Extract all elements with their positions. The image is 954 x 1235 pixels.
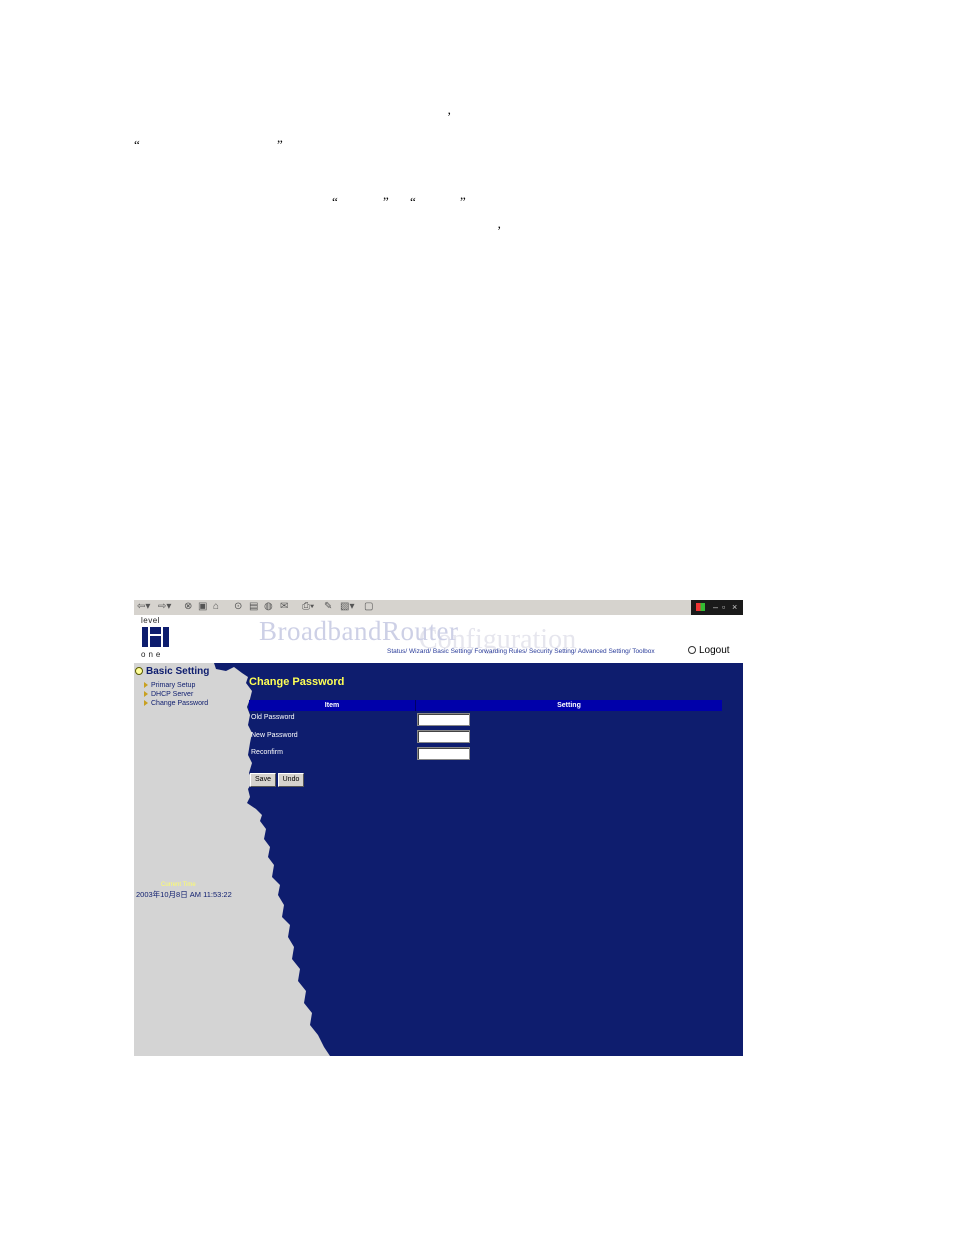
new-password-label: New Password [251,732,298,739]
edit-icon[interactable]: ✎ [324,602,332,612]
old-password-input[interactable] [417,713,470,726]
sidebar-title[interactable]: Basic Setting [135,666,209,678]
windows-flag-icon [696,603,705,611]
doc-quote-close: ” [277,137,283,152]
restore-icon[interactable]: ▫ [722,601,725,613]
doc-quote-open: “ [332,194,338,209]
window-controls: – ▫ × [691,600,743,615]
stop-icon[interactable]: ⊗ [184,602,192,612]
old-password-label: Old Password [251,714,295,721]
reconfirm-label: Reconfirm [251,749,283,756]
logout-label: Logout [699,645,730,656]
undo-button[interactable]: Undo [278,773,304,787]
new-password-input[interactable] [417,730,470,743]
circle-icon [688,646,696,655]
mail-icon[interactable]: ✉ [280,602,288,612]
sidebar-item-label: Change Password [151,700,209,707]
sidebar-item-primary-setup[interactable]: Primary Setup [144,681,195,690]
browser-toolbar: ⇦▾ ⇨▾ ⊗ ▣ ⌂ ⊙ ▤ ◍ ✉ ⎙▾ ✎ ▧▾ ▢ – ▫ × [134,600,743,616]
doc-quote-close: ” [383,194,389,209]
current-time-value: 2003年10月8日 AM 11:53:22 [136,890,232,899]
doc-quote-close: ” [460,194,466,209]
close-icon[interactable]: × [732,601,737,613]
doc-comma: ’ [447,109,452,124]
search-icon[interactable]: ⊙ [234,602,242,612]
circle-icon [135,667,143,676]
sidebar-title-label: Basic Setting [146,666,210,677]
levelone-logo: level one [141,617,171,661]
refresh-icon[interactable]: ▣ [198,602,207,612]
home-icon[interactable]: ⌂ [213,602,219,612]
column-header-item: Item [324,702,340,709]
sidebar: Basic Setting Primary Setup DHCP Server … [134,663,244,1056]
router-header: level one Configuration BroadbandRouter … [134,615,743,663]
doc-quote-open: “ [410,194,416,209]
table-header: Item Setting [249,700,722,711]
sidebar-item-dhcp-server[interactable]: DHCP Server [144,690,193,699]
sidebar-item-change-password[interactable]: Change Password [144,699,208,708]
main-area: Basic Setting Primary Setup DHCP Server … [134,663,743,1056]
doc-comma: ’ [497,223,502,238]
arrow-right-icon [144,700,148,707]
sidebar-item-label: DHCP Server [151,691,194,698]
arrow-right-icon [144,682,148,689]
logo-text-bottom: one [141,650,164,659]
logo-text-top: level [141,616,160,625]
arrow-right-icon [144,691,148,698]
favorites-icon[interactable]: ▤ [249,602,258,612]
sidebar-item-label: Primary Setup [151,682,196,689]
page-title: Change Password [249,676,345,688]
discuss-icon[interactable]: ▧▾ [340,602,354,612]
top-nav-links[interactable]: Status/ Wizard/ Basic Setting/ Forwardin… [387,648,655,656]
minimize-icon[interactable]: – [713,601,718,613]
save-button[interactable]: Save [250,773,276,787]
back-arrow-icon[interactable]: ⇦▾ [137,602,150,612]
column-header-setting: Setting [557,702,581,709]
forward-arrow-icon[interactable]: ⇨▾ [158,602,171,612]
brand-title: BroadbandRouter [259,616,459,646]
logout-link[interactable]: Logout [688,645,730,657]
router-screenshot: ⇦▾ ⇨▾ ⊗ ▣ ⌂ ⊙ ▤ ◍ ✉ ⎙▾ ✎ ▧▾ ▢ – ▫ × leve… [134,600,743,1056]
messenger-icon[interactable]: ▢ [364,602,373,612]
history-icon[interactable]: ◍ [264,602,273,612]
doc-quote-open: “ [134,137,140,152]
reconfirm-input[interactable] [417,747,470,760]
current-time-label: Current Time [161,882,196,888]
print-icon[interactable]: ⎙▾ [302,602,314,612]
